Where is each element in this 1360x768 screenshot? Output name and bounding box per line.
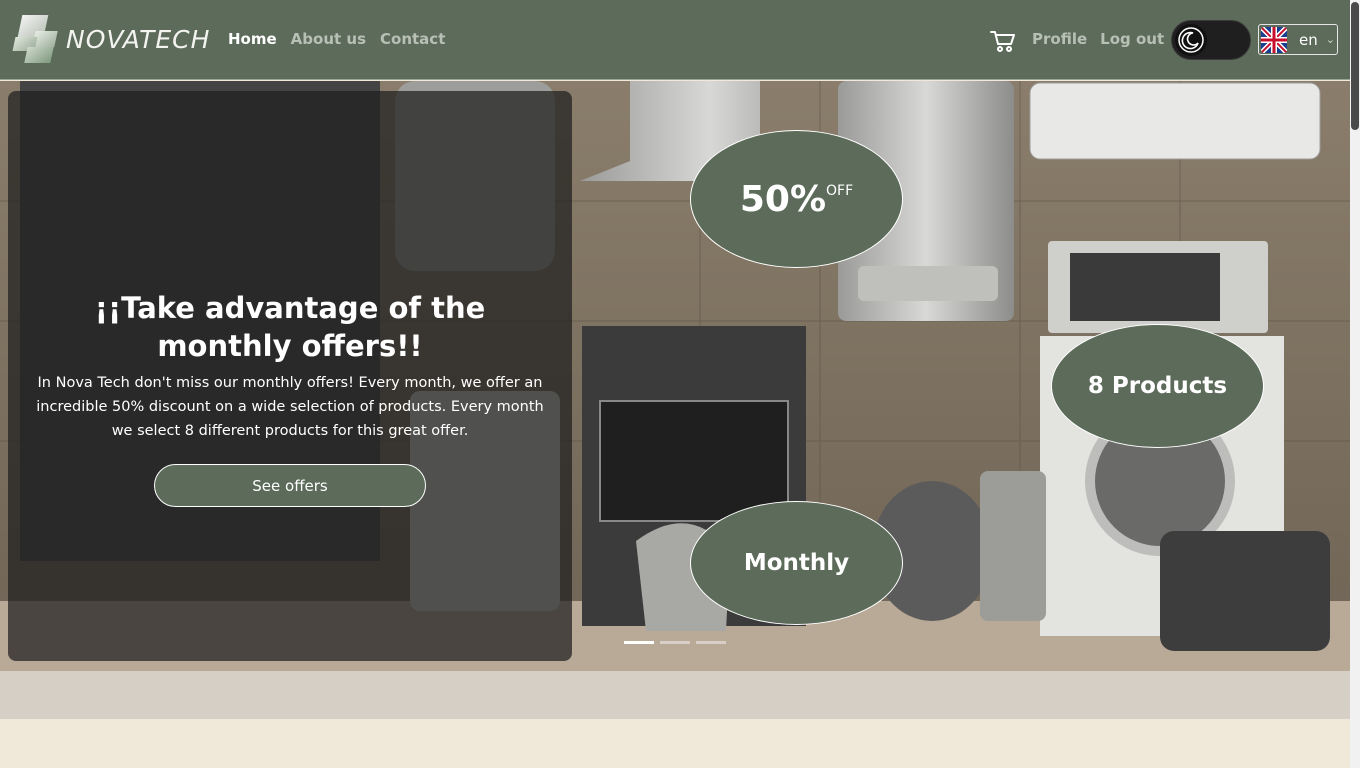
- discount-value: 50%: [739, 178, 827, 220]
- carousel-indicator[interactable]: [624, 641, 654, 644]
- uk-flag-icon: [1261, 26, 1287, 53]
- products-bubble: 8 Products: [1051, 324, 1264, 448]
- page-scrollbar-thumb[interactable]: [1351, 2, 1359, 130]
- nav-link-about[interactable]: About us: [291, 30, 366, 48]
- hero-carousel: ¡¡Take advantage of the monthly offers!!…: [0, 81, 1350, 671]
- carousel-indicators: [624, 641, 726, 644]
- language-select[interactable]: en ⌄: [1258, 24, 1338, 55]
- chevron-down-icon: ⌄: [1325, 33, 1335, 46]
- hero-description: In Nova Tech don't miss our monthly offe…: [36, 375, 544, 439]
- language-value: en: [1299, 30, 1318, 49]
- discount-bubble: 50% OFF: [690, 130, 903, 268]
- hero-text-panel: ¡¡Take advantage of the monthly offers!!…: [8, 91, 572, 661]
- see-offers-button[interactable]: See offers: [154, 464, 426, 507]
- discount-suffix: OFF: [826, 183, 854, 199]
- top-navbar: NOVATECH Home About us Contact Profile L…: [0, 0, 1350, 80]
- main-nav: Home About us Contact: [228, 30, 459, 48]
- profile-link[interactable]: Profile: [1032, 30, 1087, 48]
- moon-icon: [1175, 24, 1207, 56]
- account-links: Profile Log out: [1032, 30, 1177, 48]
- logout-link[interactable]: Log out: [1100, 30, 1164, 48]
- nav-link-home[interactable]: Home: [228, 30, 277, 48]
- brand-logo[interactable]: NOVATECH: [12, 15, 210, 63]
- carousel-indicator[interactable]: [660, 641, 690, 644]
- hero-title: ¡¡Take advantage of the monthly offers!!: [94, 291, 486, 363]
- theme-toggle[interactable]: [1171, 20, 1251, 60]
- carousel-indicator[interactable]: [696, 641, 726, 644]
- nav-link-contact[interactable]: Contact: [380, 30, 445, 48]
- cart-icon[interactable]: [990, 29, 1016, 53]
- logo-mark-icon: [12, 15, 58, 63]
- brand-name: NOVATECH: [66, 24, 211, 54]
- monthly-bubble: Monthly: [690, 501, 903, 625]
- section-divider-band: [0, 671, 1350, 719]
